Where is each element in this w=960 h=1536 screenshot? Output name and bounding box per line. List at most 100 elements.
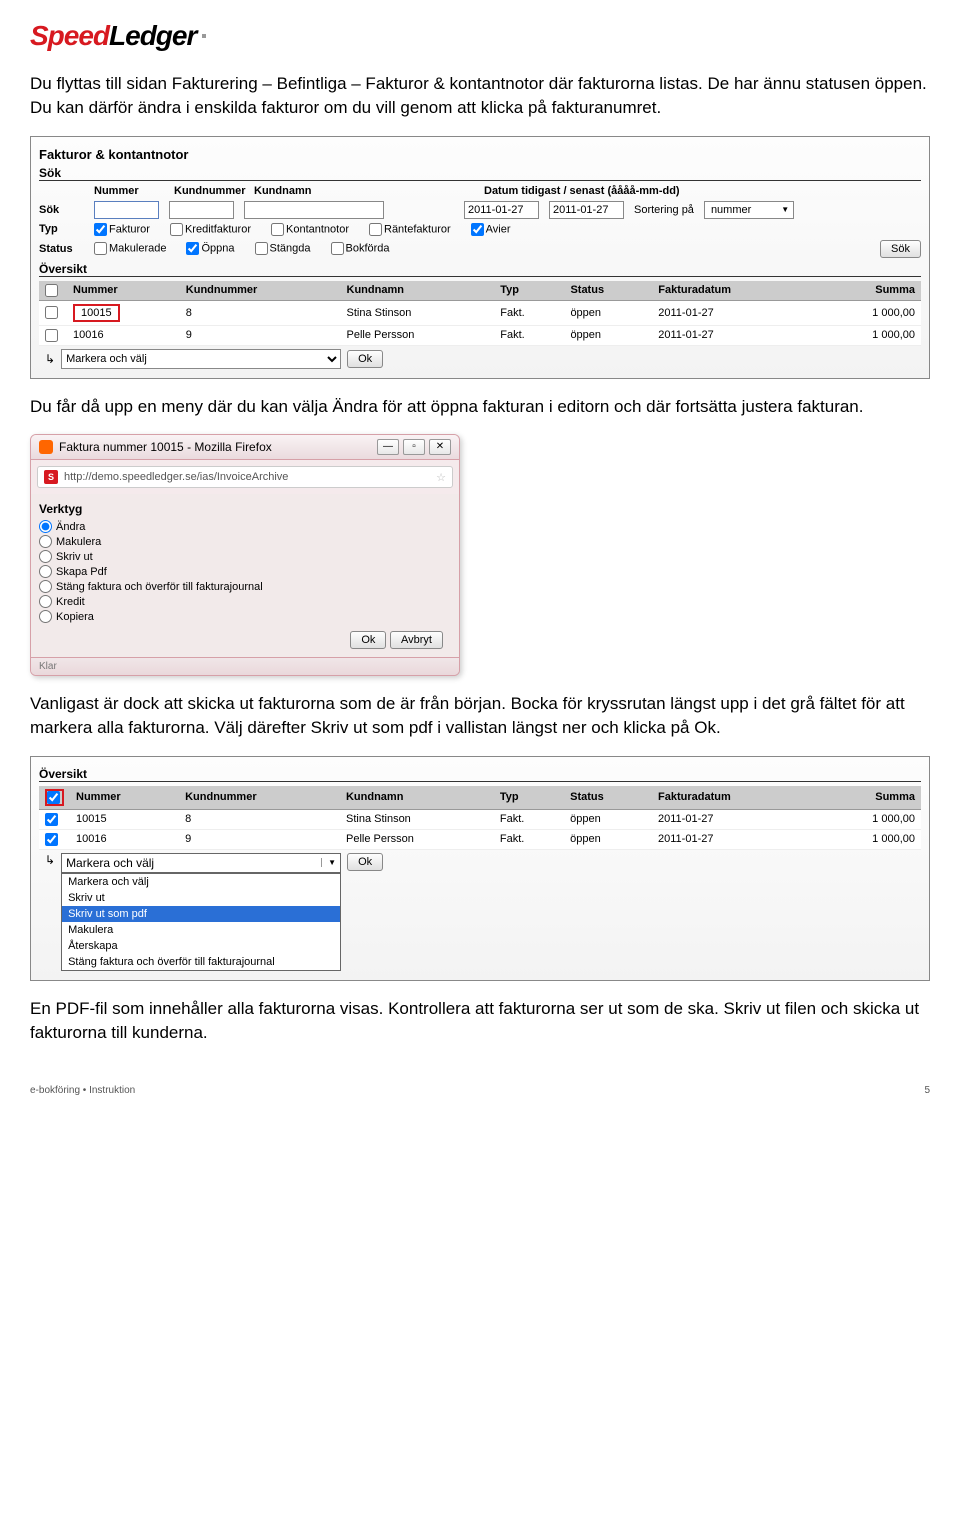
radio-skapapdf[interactable]: Skapa Pdf [39, 565, 451, 578]
col-kundnamn: Kundnamn [254, 185, 404, 197]
cell-datum: 2011-01-27 [652, 300, 815, 325]
logo-dot [202, 34, 206, 38]
sok-header: Sök [39, 166, 921, 181]
chk-kreditfakturor[interactable] [170, 223, 183, 236]
radio-andra[interactable]: Ändra [39, 520, 451, 533]
chk-kontantnotor[interactable] [271, 223, 284, 236]
invoice-table: Nummer Kundnummer Kundnamn Typ Status Fa… [39, 281, 921, 346]
th-status: Status [564, 786, 652, 810]
col-datum: Datum tidigast / senast (åååå-mm-dd) [484, 185, 680, 197]
cell-typ: Fakt. [494, 809, 564, 829]
minimize-button[interactable]: — [377, 439, 399, 455]
bookmark-icon[interactable]: ☆ [436, 471, 446, 484]
kundnummer-input[interactable] [169, 201, 234, 219]
lbl-kreditfakturor: Kreditfakturor [185, 223, 251, 235]
chk-row[interactable] [45, 329, 58, 342]
dd-item[interactable]: Makulera [62, 922, 340, 938]
logo-ledger: Ledger [109, 20, 196, 51]
lbl-avier: Avier [486, 223, 511, 235]
th-kundnamn: Kundnamn [341, 281, 495, 301]
table-row[interactable]: 10015 8 Stina Stinson Fakt. öppen 2011-0… [39, 809, 921, 829]
dd-item[interactable]: Skriv ut [62, 890, 340, 906]
chk-all-2[interactable] [47, 791, 60, 804]
panel-oversikt-2: Översikt Nummer Kundnummer Kundnamn Typ … [30, 756, 930, 981]
chk-all[interactable] [45, 284, 58, 297]
th-summa: Summa [815, 281, 921, 301]
dd-item[interactable]: Markera och välj [62, 874, 340, 890]
radio-kopiera[interactable]: Kopiera [39, 610, 451, 623]
ok-button-2[interactable]: Ok [347, 853, 383, 871]
caret-icon: ▼ [321, 858, 336, 867]
dd-item[interactable]: Stäng faktura och överför till fakturajo… [62, 954, 340, 970]
cell-num[interactable]: 10016 [70, 829, 179, 849]
radio-makulera[interactable]: Makulera [39, 535, 451, 548]
ff-status: Klar [31, 657, 459, 675]
page-number: 5 [924, 1085, 930, 1096]
chk-bokforda[interactable] [331, 242, 344, 255]
chk-makulerade[interactable] [94, 242, 107, 255]
chk-rantefakturor[interactable] [369, 223, 382, 236]
chk-row[interactable] [45, 833, 58, 846]
cell-datum: 2011-01-27 [652, 809, 815, 829]
panel-fakturor: Fakturor & kontantnotor Sök Nummer Kundn… [30, 136, 930, 379]
cell-status: öppen [564, 809, 652, 829]
url-bar[interactable]: S http://demo.speedledger.se/ias/Invoice… [37, 466, 453, 488]
footer-left: e-bokföring • Instruktion [30, 1085, 135, 1096]
th-kundnamn: Kundnamn [340, 786, 494, 810]
action-dropdown[interactable]: Markera och välj [61, 349, 341, 369]
cell-k: 8 [180, 300, 341, 325]
lbl-fakturor: Fakturor [109, 223, 150, 235]
chk-avier[interactable] [471, 223, 484, 236]
maximize-button[interactable]: ▫ [403, 439, 425, 455]
radio-kredit[interactable]: Kredit [39, 595, 451, 608]
table-header-row: Nummer Kundnummer Kundnamn Typ Status Fa… [39, 281, 921, 301]
close-button[interactable]: ✕ [429, 439, 451, 455]
date-to-input[interactable] [549, 201, 624, 219]
dd-item-selected[interactable]: Skriv ut som pdf [62, 906, 340, 922]
cell-num[interactable]: 10016 [67, 325, 180, 345]
th-nummer: Nummer [70, 786, 179, 810]
kundnamn-input[interactable] [244, 201, 384, 219]
cell-status: öppen [564, 829, 652, 849]
ok-button[interactable]: Ok [347, 350, 383, 368]
th-summa: Summa [815, 786, 921, 810]
cell-status: öppen [564, 325, 652, 345]
action-dropdown-2[interactable]: Markera och välj ▼ [61, 853, 341, 873]
cell-datum: 2011-01-27 [652, 829, 815, 849]
col-kundnummer: Kundnummer [174, 185, 244, 197]
table-row[interactable]: 10015 8 Stina Stinson Fakt. öppen 2011-0… [39, 300, 921, 325]
table-row[interactable]: 10016 9 Pelle Persson Fakt. öppen 2011-0… [39, 829, 921, 849]
th-typ: Typ [494, 786, 564, 810]
typ-label: Typ [39, 223, 84, 235]
cell-summa: 1 000,00 [815, 300, 921, 325]
uparrow-icon: ↳ [45, 352, 55, 366]
chk-oppna[interactable] [186, 242, 199, 255]
cell-namn: Stina Stinson [340, 809, 494, 829]
cell-num[interactable]: 10015 [73, 304, 120, 322]
chk-row[interactable] [45, 306, 58, 319]
cell-num[interactable]: 10015 [70, 809, 179, 829]
date-from-input[interactable] [464, 201, 539, 219]
sort-dropdown[interactable]: nummer▼ [704, 201, 794, 219]
dropdown-value: Markera och välj [66, 856, 154, 870]
ff-avbryt-button[interactable]: Avbryt [390, 631, 443, 649]
footer: e-bokföring • Instruktion 5 [30, 1085, 930, 1096]
ff-ok-button[interactable]: Ok [350, 631, 386, 649]
cell-summa: 1 000,00 [815, 829, 921, 849]
table-row[interactable]: 10016 9 Pelle Persson Fakt. öppen 2011-0… [39, 325, 921, 345]
radio-stang[interactable]: Stäng faktura och överför till fakturajo… [39, 580, 451, 593]
dd-item[interactable]: Återskapa [62, 938, 340, 954]
dialog-body: Verktyg Ändra Makulera Skriv ut Skapa Pd… [31, 494, 459, 657]
chk-stangda[interactable] [255, 242, 268, 255]
oversikt-header: Översikt [39, 262, 921, 277]
cell-k: 8 [179, 809, 340, 829]
chk-row[interactable] [45, 813, 58, 826]
oversikt-header-2: Översikt [39, 767, 921, 782]
radio-skrivut[interactable]: Skriv ut [39, 550, 451, 563]
paragraph-4: En PDF-fil som innehåller alla fakturorn… [30, 997, 930, 1045]
chk-fakturor[interactable] [94, 223, 107, 236]
nummer-input[interactable] [94, 201, 159, 219]
cell-typ: Fakt. [494, 300, 564, 325]
cell-datum: 2011-01-27 [652, 325, 815, 345]
sok-button[interactable]: Sök [880, 240, 921, 258]
